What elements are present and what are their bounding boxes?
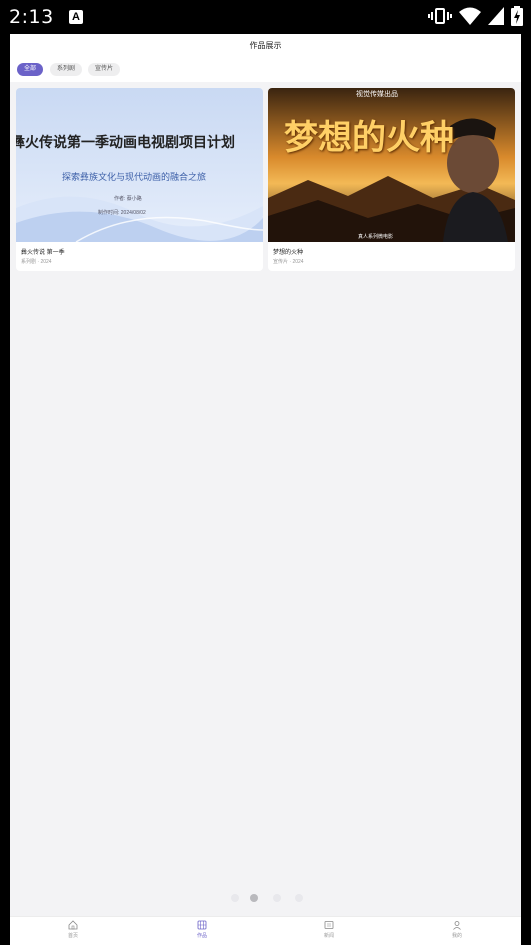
pager-dot-active[interactable] [250, 894, 258, 902]
nav-works[interactable]: 作品 [172, 920, 232, 939]
bottom-nav: 首页 作品 新闻 我的 [10, 916, 521, 945]
poster-bottom-text: 真人系列微电影 [358, 234, 394, 240]
vibrate-icon [428, 8, 452, 24]
work-meta: 系列剧 · 2024 [21, 259, 52, 265]
nav-news[interactable]: 新闻 [299, 920, 359, 939]
notification-a-icon: A [69, 10, 83, 24]
signal-icon [488, 7, 504, 25]
work-title: 梦想的火种 [273, 250, 304, 256]
status-bar: 2:13 A [0, 0, 531, 34]
nav-home[interactable]: 首页 [43, 920, 103, 939]
nav-works-label: 作品 [196, 933, 207, 939]
poster-author: 作者: 蔡小路 [114, 196, 142, 202]
poster-top-text: 视觉传媒出品 [356, 90, 398, 98]
work-thumbnail: 彝火传说第一季动画电视剧项目计划 探索彝族文化与现代动画的融合之旅 作者: 蔡小… [16, 88, 263, 242]
status-time: 2:13 [9, 6, 54, 28]
poster-date: 制作时间: 2024/08/02 [98, 210, 146, 216]
nav-news-label: 新闻 [323, 933, 334, 939]
app-screen: 作品展示 全部 系列剧 宣传片 彝火传说第一季动画电视剧项目计划 探索彝族文化与… [10, 34, 521, 945]
nav-profile-label: 我的 [451, 933, 462, 939]
tab-all[interactable]: 全部 [17, 63, 44, 76]
work-title: 彝火传说 第一季 [21, 250, 65, 256]
tab-promo[interactable]: 宣传片 [88, 63, 121, 76]
nav-profile[interactable]: 我的 [427, 920, 487, 939]
work-card[interactable]: 彝火传说第一季动画电视剧项目计划 探索彝族文化与现代动画的融合之旅 作者: 蔡小… [16, 88, 263, 271]
profile-icon [453, 921, 461, 930]
work-card[interactable]: 视觉传媒出品 梦想的火种 真人系列微电影 梦想的火种 宣传片 · 2024 [268, 88, 515, 271]
wifi-icon [459, 7, 481, 25]
news-icon [324, 921, 334, 929]
pager-dot[interactable] [273, 894, 281, 902]
poster-subtitle: 探索彝族文化与现代动画的融合之旅 [62, 173, 207, 183]
battery-icon [511, 6, 523, 26]
pager-dot[interactable] [231, 894, 239, 902]
work-meta: 宣传片 · 2024 [273, 259, 304, 265]
system-icons [428, 6, 523, 26]
works-icon [197, 920, 207, 930]
nav-home-label: 首页 [67, 933, 78, 939]
poster-headline: 梦想的火种 [284, 118, 454, 158]
filter-tabs: 全部 系列剧 宣传片 [10, 58, 521, 82]
page-title: 作品展示 [10, 34, 521, 58]
pager-dot[interactable] [295, 894, 303, 902]
tab-series[interactable]: 系列剧 [50, 63, 83, 76]
poster-headline: 彝火传说第一季动画电视剧项目计划 [16, 135, 235, 151]
work-thumbnail: 视觉传媒出品 梦想的火种 真人系列微电影 [268, 88, 515, 242]
home-icon [68, 920, 78, 930]
page-indicator [10, 892, 521, 904]
